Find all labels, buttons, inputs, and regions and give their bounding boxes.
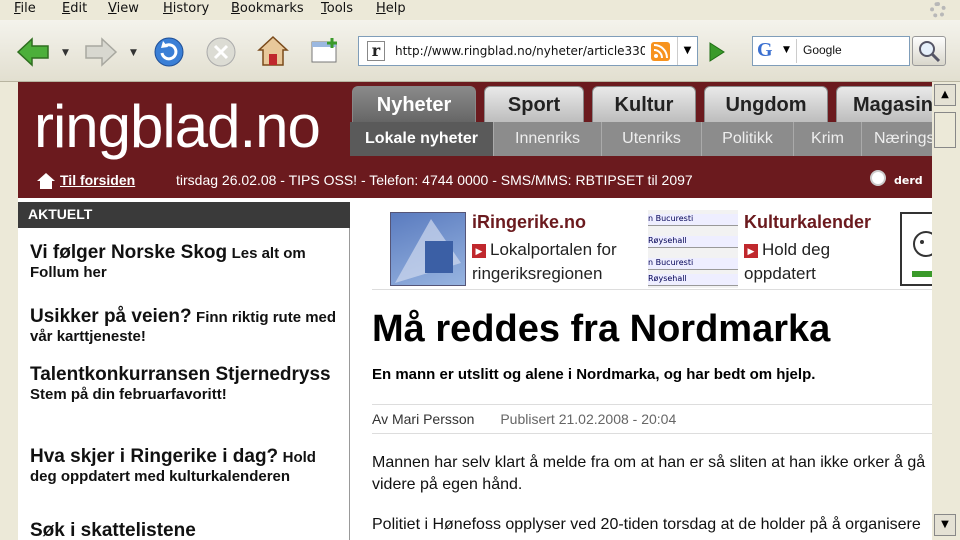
iringerike-text[interactable]: ▶ Lokalportalen for ringeriksregionen — [472, 238, 642, 286]
reload-icon — [154, 37, 184, 67]
mini-row: Røysehall — [648, 236, 738, 248]
radio-option-icon[interactable] — [870, 170, 886, 186]
subtab-utenriks[interactable]: Utenriks — [602, 122, 702, 156]
sidebar-item-headline[interactable]: Talentkonkurransen Stjernedryss — [30, 364, 331, 385]
mini-listing-image[interactable]: n Bucuresti Røysehall n Bucuresti Røyseh… — [648, 210, 738, 288]
stop-icon — [206, 37, 236, 67]
site-logo[interactable]: ringblad.no — [34, 92, 321, 161]
menu-file[interactable]: File — [14, 1, 36, 16]
search-engine-selector[interactable]: G ▼ — [755, 39, 797, 63]
sidebar-item-sub[interactable]: Stem på din februarfavoritt! — [30, 386, 227, 403]
kulturkalender-title[interactable]: Kulturkalender — [744, 212, 871, 233]
scroll-thumb[interactable] — [934, 112, 956, 148]
new-tab-icon — [311, 38, 337, 63]
tab-kultur[interactable]: Kultur — [592, 86, 696, 122]
article-paragraph: Mannen har selv klart å melde fra om at … — [372, 454, 926, 493]
sidebar-item[interactable]: Hva skjer i Ringerike i dag? Hold deg op… — [30, 446, 340, 486]
stop-button[interactable] — [202, 34, 240, 70]
home-link[interactable]: Til forsiden — [60, 172, 135, 188]
subtab-innenriks[interactable]: Innenriks — [494, 122, 602, 156]
magnifier-icon — [919, 41, 941, 63]
site-header: ringblad.no Nyheter Sport Kultur Ungdom … — [18, 82, 932, 198]
url-text[interactable]: http://www.ringblad.no/nyheter/article33… — [395, 44, 645, 58]
home-small-icon — [37, 173, 55, 189]
header-extra-label[interactable]: derd — [894, 174, 923, 187]
mini-row: n Bucuresti — [648, 214, 738, 226]
sidebar-item-headline[interactable]: Vi følger Norske Skog — [30, 242, 227, 263]
back-dropdown-icon[interactable]: ▼ — [62, 48, 69, 58]
tab-nyheter[interactable]: Nyheter — [352, 86, 476, 122]
published-date: Publisert 21.02.2008 - 20:04 — [500, 411, 677, 427]
subtab-naerings[interactable]: Nærings — [862, 122, 932, 156]
subtab-krim[interactable]: Krim — [794, 122, 862, 156]
menu-bar: File Edit View History Bookmarks Tools H… — [0, 0, 960, 20]
sidebar-item[interactable]: Søk i skattelistene — [30, 520, 340, 540]
iringerike-title[interactable]: iRingerike.no — [472, 212, 586, 233]
site-favicon-icon: r — [367, 41, 385, 61]
sidebar-item[interactable]: Vi følger Norske Skog Les alt om Follum … — [30, 242, 340, 282]
scroll-down-button[interactable]: ▼ — [934, 514, 956, 536]
forward-dropdown-icon[interactable]: ▼ — [130, 48, 137, 58]
tab-sport[interactable]: Sport — [484, 86, 584, 122]
back-button[interactable] — [14, 34, 52, 70]
forward-button[interactable] — [82, 34, 120, 70]
home-button[interactable] — [254, 32, 292, 70]
subtab-politikk[interactable]: Politikk — [702, 122, 794, 156]
google-logo-icon: G — [757, 39, 773, 61]
search-box[interactable]: G ▼ Google — [752, 36, 910, 66]
sidebar-item[interactable]: Usikker på veien? Finn riktig rute med v… — [30, 306, 340, 346]
vertical-scrollbar[interactable]: ▲ ▼ — [932, 82, 960, 540]
rss-feed-icon[interactable] — [651, 42, 670, 61]
navigation-toolbar: ▼ ▼ r http://www.ringblad.no/nyheter/art… — [0, 20, 960, 82]
aktuelt-sidebar: AKTUELT Vi følger Norske Skog Les alt om… — [18, 202, 350, 540]
engine-dropdown-icon: ▼ — [783, 45, 790, 55]
new-tab-button[interactable] — [306, 32, 344, 70]
subtab-lokale-nyheter[interactable]: Lokale nyheter — [350, 122, 494, 156]
sidebar-item[interactable]: Talentkonkurransen Stjernedryss Stem på … — [30, 364, 340, 404]
cartoon-promo-image[interactable] — [900, 212, 932, 286]
menu-bookmarks[interactable]: Bookmarks — [231, 1, 304, 16]
article-paragraph: Politiet i Hønefoss opplyser ved 20-tide… — [372, 516, 921, 533]
arrow-bullet-icon: ▶ — [744, 244, 758, 258]
menu-history[interactable]: History — [163, 1, 209, 16]
sub-navigation: Lokale nyheter Innenriks Utenriks Politi… — [350, 122, 932, 156]
go-arrow-icon — [709, 42, 725, 62]
mini-row: Røysehall — [648, 274, 738, 286]
sidebar-item-headline[interactable]: Hva skjer i Ringerike i dag? — [30, 446, 278, 467]
tab-magasin[interactable]: Magasin — [836, 86, 932, 122]
forward-arrow-icon — [85, 37, 118, 67]
throbber-icon — [930, 2, 946, 18]
promo-strip: iRingerike.no ▶ Lokalportalen for ringeri… — [372, 206, 932, 290]
tab-ungdom[interactable]: Ungdom — [704, 86, 828, 122]
home-icon — [257, 35, 289, 66]
article-subheading: En mann er utslitt og alene i Nordmarka,… — [372, 366, 816, 383]
iringerike-promo-image[interactable] — [390, 212, 466, 286]
menu-edit[interactable]: Edit — [62, 1, 87, 16]
scroll-up-button[interactable]: ▲ — [934, 84, 956, 106]
back-arrow-icon — [16, 37, 49, 67]
kulturkalender-text[interactable]: ▶ Hold deg oppdatert — [744, 238, 894, 286]
article-byline: Av Mari Persson Publisert 21.02.2008 - 2… — [372, 404, 932, 434]
date-info-text: tirsdag 26.02.08 - TIPS OSS! - Telefon: … — [176, 172, 693, 188]
url-dropdown-icon[interactable]: ▼ — [677, 37, 697, 65]
menu-tools[interactable]: Tools — [321, 1, 353, 16]
search-input[interactable]: Google — [803, 43, 842, 57]
page-viewport: ringblad.no Nyheter Sport Kultur Ungdom … — [14, 82, 932, 540]
reload-button[interactable] — [150, 34, 188, 70]
author[interactable]: Av Mari Persson — [372, 411, 474, 427]
article-headline: Må reddes fra Nordmarka — [372, 308, 831, 350]
sidebar-item-headline[interactable]: Usikker på veien? — [30, 306, 192, 327]
search-button[interactable] — [912, 36, 946, 66]
go-button[interactable] — [704, 40, 728, 64]
mini-row: n Bucuresti — [648, 258, 738, 270]
aktuelt-title: AKTUELT — [18, 202, 350, 228]
sidebar-item-headline[interactable]: Søk i skattelistene — [30, 520, 196, 540]
arrow-bullet-icon: ▶ — [472, 244, 486, 258]
menu-view[interactable]: View — [108, 1, 139, 16]
url-bar[interactable]: r http://www.ringblad.no/nyheter/article… — [358, 36, 698, 66]
menu-help[interactable]: Help — [376, 1, 406, 16]
